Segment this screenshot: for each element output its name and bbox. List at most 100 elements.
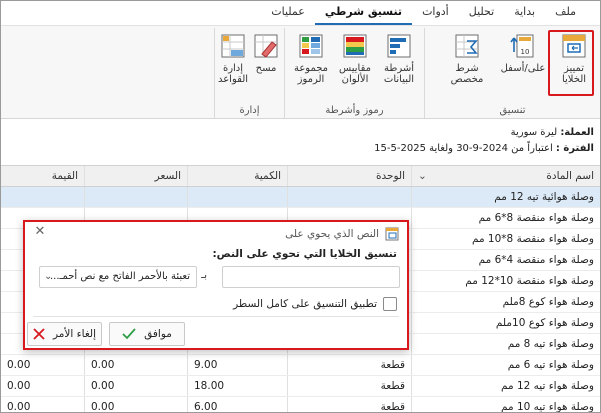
data-bars-icon: [385, 32, 413, 60]
manage-rules-label: إدارة القواعد: [217, 63, 249, 85]
format-style-select[interactable]: تعبئة بالأحمر الفاتح مع نص أحمـ... ⌄: [39, 266, 197, 288]
cell-value[interactable]: [1, 187, 84, 207]
cell-qty[interactable]: [187, 187, 287, 207]
ribbon: تمييز الخلايا 10 على/أسفل شرط مخصص تنسيق…: [1, 25, 600, 119]
header-qty[interactable]: الكمية: [187, 166, 287, 186]
color-scales-button[interactable]: مقاييس الألوان: [334, 32, 376, 85]
table-row[interactable]: وصلة هواء تيه 6 مم قطعة 9.00 0.00 0.00: [1, 355, 600, 376]
currency-label: العملة:: [560, 127, 594, 138]
cell-price[interactable]: [84, 187, 187, 207]
x-icon: [33, 328, 45, 340]
chevron-down-icon: ⌄: [44, 271, 53, 282]
cell-unit[interactable]: [287, 187, 411, 207]
tab-tools[interactable]: أدوات: [412, 1, 459, 25]
cell-unit[interactable]: قطعة: [287, 355, 411, 375]
ok-label: موافق: [144, 328, 172, 340]
group-icons-label: رموز وأشرطة: [325, 105, 384, 116]
cell-value[interactable]: 0.00: [1, 355, 84, 375]
text-contains-dialog: النص الذي يحوي على ✕ تنسيق الخلايا التي …: [23, 220, 409, 350]
group-format-label: تنسيق: [499, 105, 526, 116]
manage-rules-button[interactable]: إدارة القواعد: [218, 32, 248, 85]
cell-unit[interactable]: قطعة: [287, 397, 411, 412]
svg-text:10: 10: [521, 48, 530, 56]
cell-value[interactable]: 0.00: [1, 376, 84, 396]
cell-qty[interactable]: 6.00: [187, 397, 287, 412]
cell-price[interactable]: 0.00: [84, 355, 187, 375]
text-contains-input[interactable]: [222, 266, 400, 288]
checkbox-box[interactable]: [383, 297, 397, 311]
table-row[interactable]: وصلة هواء تيه 12 مم قطعة 18.00 0.00 0.00: [1, 376, 600, 397]
header-value[interactable]: القيمة: [1, 166, 84, 186]
top-bottom-label: على/أسفل: [500, 63, 546, 74]
header-name-label: اسم المادة: [546, 170, 594, 182]
cell-name[interactable]: وصلة هواء تيه 12 مم: [411, 376, 600, 396]
icon-sets-button[interactable]: مجموعة الرموز: [290, 32, 332, 85]
table-row[interactable]: وصلة هواء تيه 10 مم قطعة 6.00 0.00 0.00: [1, 397, 600, 412]
custom-condition-label: شرط مخصص: [450, 63, 484, 85]
data-bars-button[interactable]: أشرطة البيانات: [378, 32, 420, 85]
cell-qty[interactable]: 18.00: [187, 376, 287, 396]
cell-qty[interactable]: 9.00: [187, 355, 287, 375]
color-scales-label: مقاييس الألوان: [339, 63, 372, 85]
cell-price[interactable]: 0.00: [84, 397, 187, 412]
clear-rules-button[interactable]: مسح: [252, 32, 280, 74]
period-label: الفترة :: [555, 143, 594, 154]
period-row: الفترة : اعتباراً من 2024-9-30 ولغاية 20…: [7, 141, 594, 157]
highlight-annotation-box: [548, 30, 594, 96]
app-window: ملف بداية تحليل أدوات تنسيق شرطي عمليات …: [0, 0, 601, 413]
header-price[interactable]: السعر: [84, 166, 187, 186]
clear-rules-label: مسح: [255, 63, 277, 74]
period-value: اعتباراً من 2024-9-30 ولغاية 2025-5-15: [374, 143, 553, 154]
tab-home[interactable]: بداية: [504, 1, 545, 25]
group-icons: أشرطة البيانات مقاييس الألوان مجموعة الر…: [284, 28, 424, 118]
tab-conditional-format[interactable]: تنسيق شرطي: [314, 1, 413, 25]
currency-row: العملة: ليرة سورية: [7, 125, 594, 141]
cell-name[interactable]: وصلة هوائية تيه 12 مم: [411, 187, 600, 207]
cell-name[interactable]: وصلة هواء منقصة 10*12 مم: [411, 271, 600, 291]
cancel-button[interactable]: إلغاء الأمر: [27, 322, 102, 346]
data-bars-label: أشرطة البيانات: [383, 63, 415, 85]
cell-name[interactable]: وصلة هواء منقصة 4*6 مم: [411, 250, 600, 270]
tab-operations[interactable]: عمليات: [261, 1, 315, 25]
sort-chevron-icon: ⌄: [418, 170, 427, 182]
ribbon-tabs: ملف بداية تحليل أدوات تنسيق شرطي عمليات: [1, 1, 600, 25]
close-icon[interactable]: ✕: [33, 225, 47, 239]
dialog-app-icon: [385, 227, 399, 241]
ok-button[interactable]: موافق: [109, 322, 185, 346]
table-row[interactable]: وصلة هوائية تيه 12 مم: [1, 187, 600, 208]
table-header: اسم المادة ⌄ الوحدة الكمية السعر القيمة: [1, 165, 600, 187]
group-manage-label: إدارة: [239, 105, 260, 116]
cancel-label: إلغاء الأمر: [53, 328, 96, 340]
eraser-icon: [252, 32, 280, 60]
dialog-title-bar: النص الذي يحوي على: [33, 226, 399, 242]
report-info: العملة: ليرة سورية الفترة : اعتباراً من …: [7, 125, 594, 157]
apply-row-checkbox[interactable]: تطبيق التنسيق على كامل السطر: [233, 297, 397, 311]
cell-name[interactable]: وصلة هواء منقصة 8*10 مم: [411, 229, 600, 249]
manage-rules-icon: [219, 32, 247, 60]
group-manage: مسح إدارة القواعد إدارة: [214, 28, 284, 118]
with-label: بـ: [201, 270, 207, 281]
apply-row-label: تطبيق التنسيق على كامل السطر: [233, 298, 377, 310]
cell-name[interactable]: وصلة هواء منقصة 8*6 مم: [411, 208, 600, 228]
header-unit[interactable]: الوحدة: [287, 166, 411, 186]
cell-unit[interactable]: قطعة: [287, 376, 411, 396]
tab-analysis[interactable]: تحليل: [459, 1, 504, 25]
cell-name[interactable]: وصلة هواء تيه 6 مم: [411, 355, 600, 375]
cell-name[interactable]: وصلة هواء كوع 8ملم: [411, 292, 600, 312]
cell-name[interactable]: وصلة هواء تيه 8 مم: [411, 334, 600, 354]
custom-condition-button[interactable]: شرط مخصص: [442, 32, 492, 85]
header-name[interactable]: اسم المادة ⌄: [411, 166, 600, 186]
format-style-value: تعبئة بالأحمر الفاتح مع نص أحمـ...: [50, 271, 190, 282]
icon-sets-label: مجموعة الرموز: [293, 63, 329, 85]
cell-value[interactable]: 0.00: [1, 397, 84, 412]
top-bottom-button[interactable]: 10 على/أسفل: [498, 32, 548, 74]
cell-name[interactable]: وصلة هواء تيه 10 مم: [411, 397, 600, 412]
dialog-heading: تنسيق الخلايا التي تحوي على النص:: [212, 248, 397, 260]
icon-sets-icon: [297, 32, 325, 60]
top-bottom-icon: 10: [509, 32, 537, 60]
tab-file[interactable]: ملف: [545, 1, 586, 25]
dialog-title: النص الذي يحوي على: [285, 228, 379, 240]
cell-price[interactable]: 0.00: [84, 376, 187, 396]
check-icon: [122, 328, 136, 340]
cell-name[interactable]: وصلة هواء كوع 10ملم: [411, 313, 600, 333]
